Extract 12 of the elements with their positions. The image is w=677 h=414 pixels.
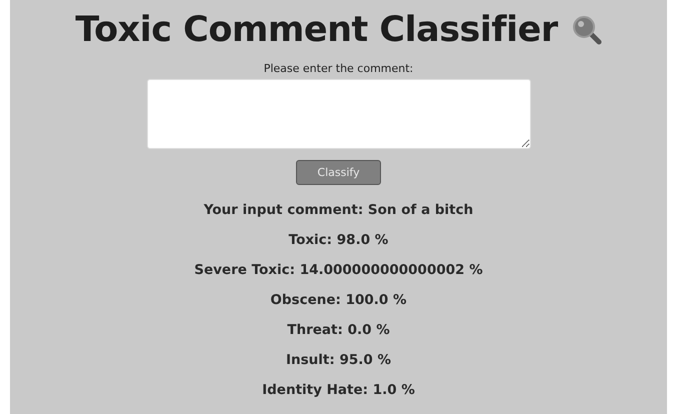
result-text: Obscene: 100.0 % [270,291,407,310]
classify-button[interactable]: Classify [296,160,381,185]
result-text: Toxic: 98.0 % [288,231,388,250]
magnifier-icon [572,15,602,45]
page-title: Toxic Comment Classifier [75,10,558,50]
result-text: Severe Toxic: 14.000000000000002 % [194,261,483,280]
result-text: Insult: 95.0 % [286,351,391,370]
field-label: Please enter the comment: [264,62,414,75]
input-comment-text: Your input comment: Son of a bitch [204,201,474,220]
comment-field[interactable] [146,79,530,149]
result-text: Identity Hate: 1.0 % [262,381,415,400]
result-text: Threat: 0.0 % [287,321,390,340]
